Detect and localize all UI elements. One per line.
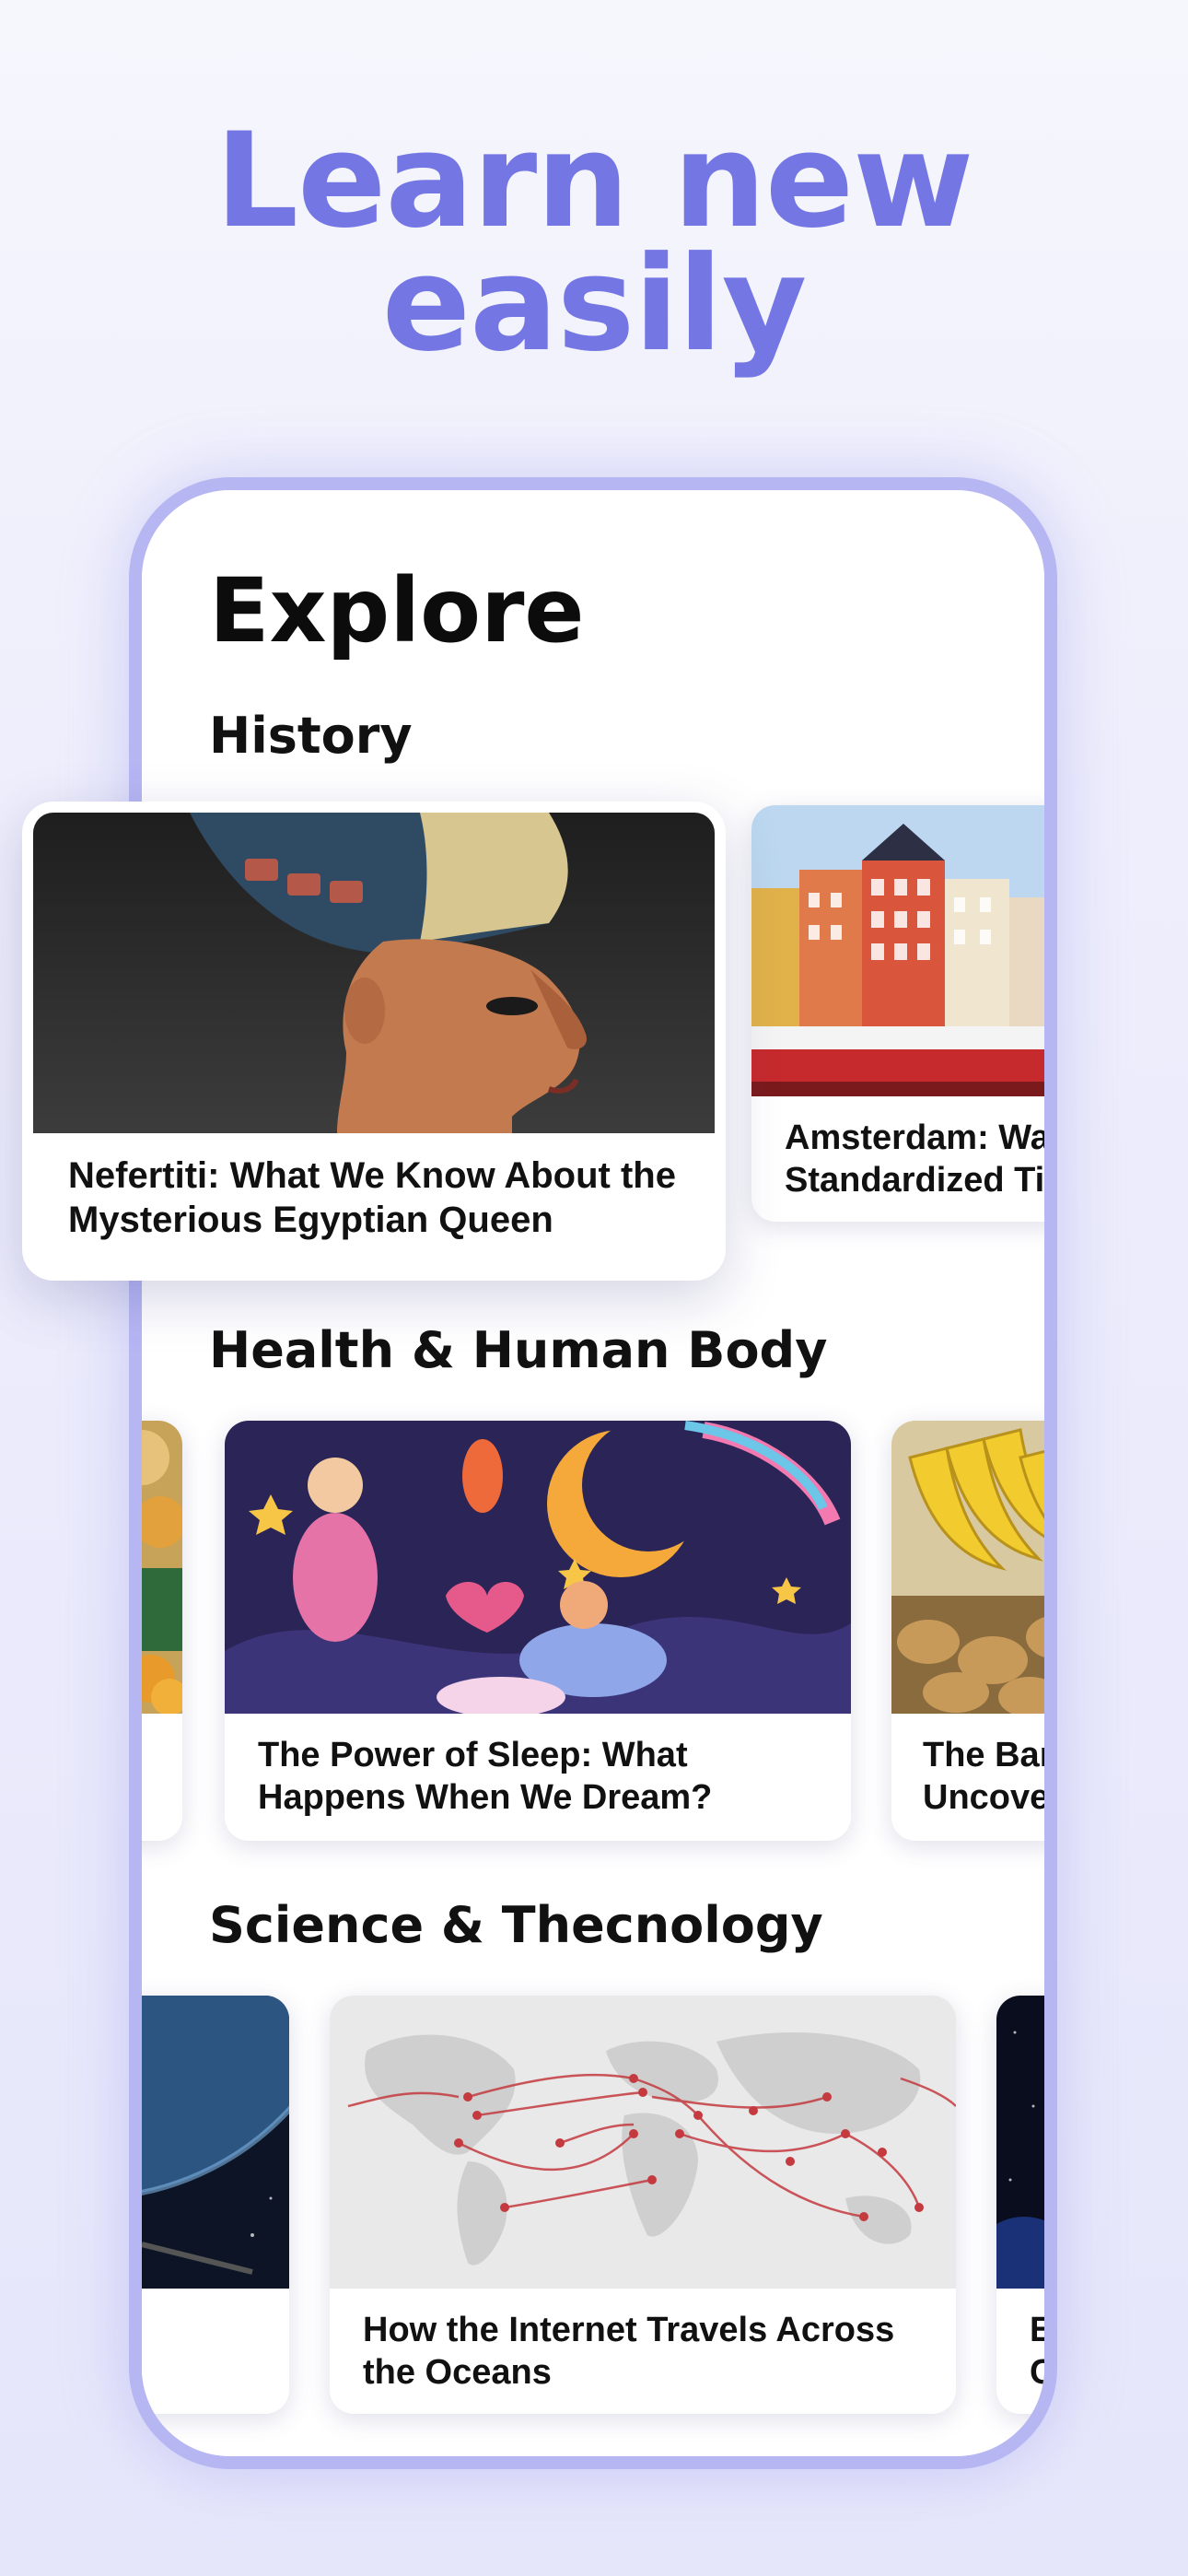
card-earth-space[interactable] bbox=[142, 1996, 289, 2414]
card-caption: E C bbox=[1030, 2311, 1044, 2392]
submarine-cable-map bbox=[330, 1996, 956, 2289]
card-caption: Amsterdam: Wate Standardized Tim bbox=[785, 1118, 1044, 1200]
headline-line-1: Learn new bbox=[215, 105, 974, 257]
card-caption: The Power of Sleep: What Happens When We… bbox=[258, 1736, 713, 1817]
card-space[interactable]: E C bbox=[996, 1996, 1044, 2414]
card-amsterdam[interactable]: Amsterdam: Wate Standardized Tim bbox=[751, 805, 1044, 1222]
space-image bbox=[996, 1996, 1044, 2289]
card-fruits[interactable] bbox=[142, 1421, 182, 1841]
section-title-history: History bbox=[209, 707, 413, 765]
nefertiti-image bbox=[33, 813, 715, 1133]
page-title: Explore bbox=[209, 559, 585, 662]
fruits-image bbox=[142, 1421, 182, 1714]
sleep-illustration bbox=[225, 1421, 851, 1714]
card-caption: The Ban Uncover bbox=[923, 1736, 1044, 1817]
section-title-health: Health & Human Body bbox=[209, 1321, 828, 1379]
bananas-image bbox=[891, 1421, 1044, 1714]
card-power-of-sleep[interactable]: The Power of Sleep: What Happens When We… bbox=[225, 1421, 851, 1841]
earth-image bbox=[142, 1996, 289, 2289]
headline: Learn new easily bbox=[0, 105, 1188, 381]
card-caption: Nefertiti: What We Know About the Myster… bbox=[68, 1155, 676, 1240]
phone-screen: Explore History Amsterdam: Wa Standardiz… bbox=[142, 490, 1044, 2456]
section-title-science: Science & Thecnology bbox=[209, 1896, 823, 1954]
card-bananas[interactable]: The Ban Uncover bbox=[891, 1421, 1044, 1841]
headline-line-2: easily bbox=[381, 228, 808, 381]
card-caption: How the Internet Travels Across the Ocea… bbox=[363, 2311, 895, 2392]
card-nefertiti-featured[interactable]: Nefertiti: What We Know About the Myster… bbox=[22, 802, 726, 1281]
amsterdam-image bbox=[751, 805, 1044, 1096]
card-internet-oceans[interactable]: How the Internet Travels Across the Ocea… bbox=[330, 1996, 956, 2414]
